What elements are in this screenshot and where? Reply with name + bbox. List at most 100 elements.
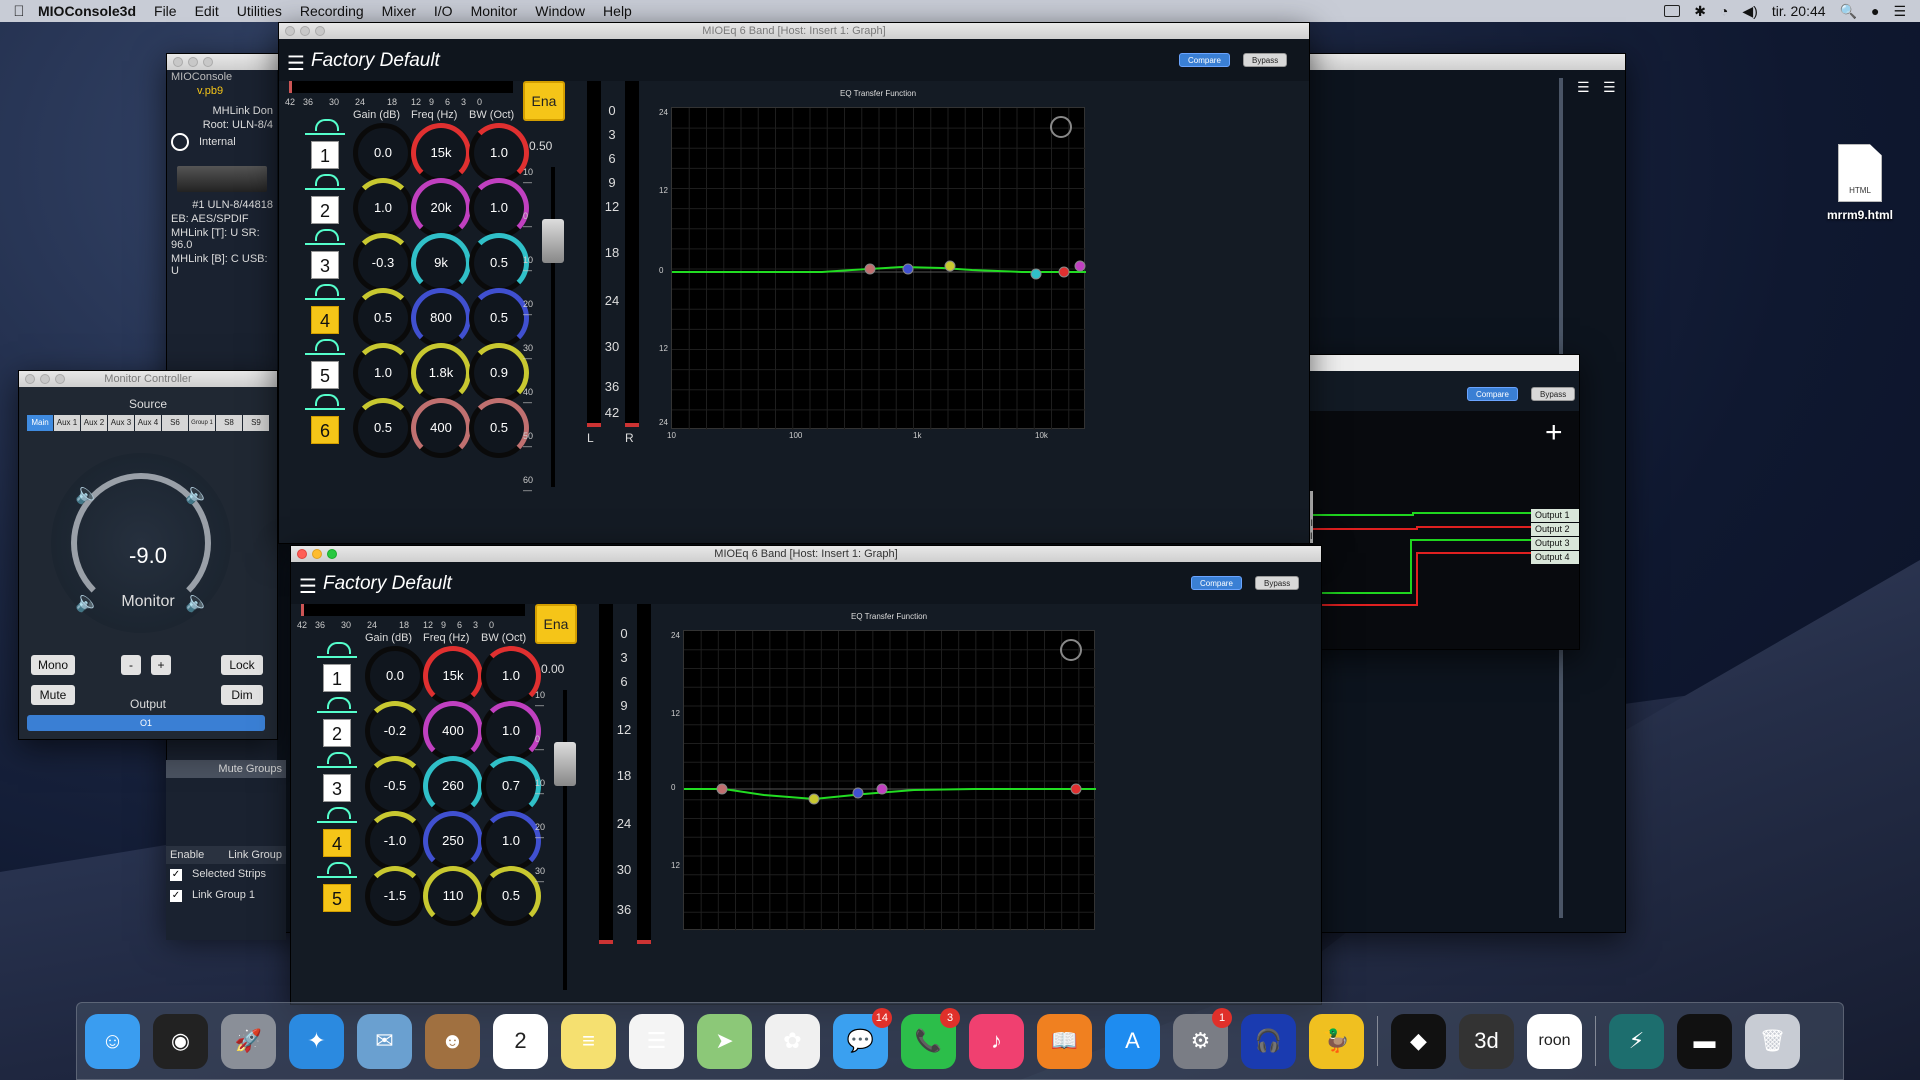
- band-enable-button[interactable]: 4: [323, 829, 351, 857]
- band-shape-icon[interactable]: [305, 339, 345, 355]
- output-port[interactable]: Output 4: [1531, 551, 1579, 564]
- books-icon[interactable]: 📖: [1037, 1013, 1092, 1069]
- freq-knob[interactable]: 20k: [411, 178, 471, 238]
- checkbox-checked-icon[interactable]: ✓: [170, 869, 182, 881]
- bw-knob[interactable]: 1.0: [481, 646, 541, 706]
- menu-help[interactable]: Help: [594, 3, 641, 19]
- tidal-icon[interactable]: ◆: [1391, 1013, 1446, 1069]
- fader-track[interactable]: [563, 690, 567, 990]
- spotlight-search-icon[interactable]: 🔍: [1840, 3, 1857, 20]
- band-handle[interactable]: [1058, 266, 1070, 278]
- freq-knob[interactable]: 800: [411, 288, 471, 348]
- band-enable-button[interactable]: 1: [311, 141, 339, 169]
- compare-button[interactable]: Compare: [1179, 53, 1230, 67]
- tab-group1[interactable]: Group 1: [189, 415, 215, 431]
- gain-knob[interactable]: -1.5: [365, 866, 425, 926]
- gain-knob[interactable]: 0.0: [365, 646, 425, 706]
- band-enable-button[interactable]: 6: [311, 416, 339, 444]
- freq-knob[interactable]: 1.8k: [411, 343, 471, 403]
- freq-knob[interactable]: 400: [423, 701, 483, 761]
- band-handle[interactable]: [1030, 268, 1042, 280]
- band-handle[interactable]: [1074, 260, 1086, 272]
- band-shape-icon[interactable]: [305, 119, 345, 135]
- tab-s8[interactable]: S8: [216, 415, 242, 431]
- band-enable-button[interactable]: 5: [323, 884, 351, 912]
- user-icon[interactable]: ●: [1871, 3, 1879, 19]
- clock-source[interactable]: Internal: [167, 132, 277, 152]
- menu-mixer[interactable]: Mixer: [373, 3, 425, 19]
- tab-s6[interactable]: S6: [162, 415, 188, 431]
- band-enable-button[interactable]: 2: [311, 196, 339, 224]
- bypass-button[interactable]: Bypass: [1255, 576, 1300, 590]
- band-shape-icon[interactable]: [305, 394, 345, 410]
- band-handle[interactable]: [716, 783, 728, 795]
- band-enable-button[interactable]: 2: [323, 719, 351, 747]
- eq-bottom-titlebar[interactable]: MIOEq 6 Band [Host: Insert 1: Graph]: [291, 546, 1321, 562]
- hamburger-menu-icon[interactable]: ☰: [287, 51, 305, 76]
- checkbox-checked-icon[interactable]: ✓: [170, 890, 182, 902]
- display-icon[interactable]: ▬: [1677, 1013, 1732, 1069]
- itunes-icon[interactable]: ♪: [969, 1013, 1024, 1069]
- bw-knob[interactable]: 1.0: [481, 701, 541, 761]
- preset-name[interactable]: Factory Default: [311, 50, 440, 72]
- magnifier-icon[interactable]: [1060, 639, 1082, 661]
- gain-knob[interactable]: 1.0: [353, 343, 413, 403]
- close-button[interactable]: [297, 549, 307, 559]
- safari-icon[interactable]: ✦: [289, 1013, 344, 1069]
- output-port[interactable]: Output 3: [1531, 537, 1579, 550]
- screen-mirror-icon[interactable]: [1664, 5, 1681, 17]
- monitor-titlebar[interactable]: Monitor Controller: [19, 371, 277, 387]
- menu-lines-icon[interactable]: ☰: [1577, 80, 1595, 94]
- gain-knob[interactable]: -1.0: [365, 811, 425, 871]
- bw-knob[interactable]: 1.0: [469, 123, 529, 183]
- siri-icon[interactable]: ◉: [153, 1013, 208, 1069]
- minus-button[interactable]: -: [121, 655, 141, 675]
- gain-knob[interactable]: 1.0: [353, 178, 413, 238]
- band-shape-icon[interactable]: [317, 862, 357, 878]
- bw-knob[interactable]: 0.5: [469, 233, 529, 293]
- launchpad-icon[interactable]: 🚀: [221, 1013, 276, 1069]
- clock[interactable]: tir. 20:44: [1772, 3, 1826, 19]
- band-handle[interactable]: [808, 793, 820, 805]
- calendar-icon[interactable]: 2: [493, 1013, 548, 1069]
- freq-knob[interactable]: 110: [423, 866, 483, 926]
- output-selector[interactable]: O1: [27, 715, 265, 731]
- bw-knob[interactable]: 0.9: [469, 343, 529, 403]
- band-handle[interactable]: [944, 260, 956, 272]
- band-enable-button[interactable]: 4: [311, 306, 339, 334]
- freq-knob[interactable]: 15k: [423, 646, 483, 706]
- volume-icon[interactable]: ◀): [1742, 3, 1757, 20]
- maps-icon[interactable]: ➤: [697, 1013, 752, 1069]
- eq-graph[interactable]: [671, 107, 1086, 430]
- desktop-file[interactable]: HTML mrrm9.html: [1810, 144, 1910, 222]
- tab-s9[interactable]: S9: [243, 415, 269, 431]
- tab-aux4[interactable]: Aux 4: [135, 415, 161, 431]
- band-handle[interactable]: [864, 263, 876, 275]
- menu-lines-icon-2[interactable]: ☰: [1603, 80, 1621, 94]
- menu-edit[interactable]: Edit: [186, 3, 228, 19]
- contacts-icon[interactable]: ☻: [425, 1013, 480, 1069]
- zoom-button[interactable]: [327, 549, 337, 559]
- bw-knob[interactable]: 0.5: [469, 398, 529, 458]
- notes-icon[interactable]: ≡: [561, 1013, 616, 1069]
- fader-track[interactable]: [551, 167, 555, 487]
- trash-icon[interactable]: 🗑: [1745, 1013, 1800, 1069]
- freq-knob[interactable]: 260: [423, 756, 483, 816]
- band-shape-icon[interactable]: [305, 174, 345, 190]
- photos-icon[interactable]: ✿: [765, 1013, 820, 1069]
- bluetooth-icon[interactable]: ✱: [1694, 3, 1706, 20]
- wifi-icon[interactable]: ◔: [1720, 3, 1728, 19]
- band-shape-icon[interactable]: [305, 284, 345, 300]
- tab-main[interactable]: Main: [27, 415, 53, 431]
- bypass-button[interactable]: Bypass: [1243, 53, 1288, 67]
- band-shape-icon[interactable]: [305, 229, 345, 245]
- menu-window[interactable]: Window: [526, 3, 594, 19]
- band-enable-button[interactable]: 3: [311, 251, 339, 279]
- band-handle[interactable]: [1070, 783, 1082, 795]
- output-port[interactable]: Output 1: [1531, 509, 1579, 522]
- tab-aux1[interactable]: Aux 1: [54, 415, 80, 431]
- gain-knob[interactable]: 0.5: [353, 288, 413, 348]
- apple-menu-icon[interactable]: : [0, 3, 38, 20]
- system-preferences-icon[interactable]: ⚙ 1: [1173, 1007, 1232, 1069]
- gain-knob[interactable]: -0.3: [353, 233, 413, 293]
